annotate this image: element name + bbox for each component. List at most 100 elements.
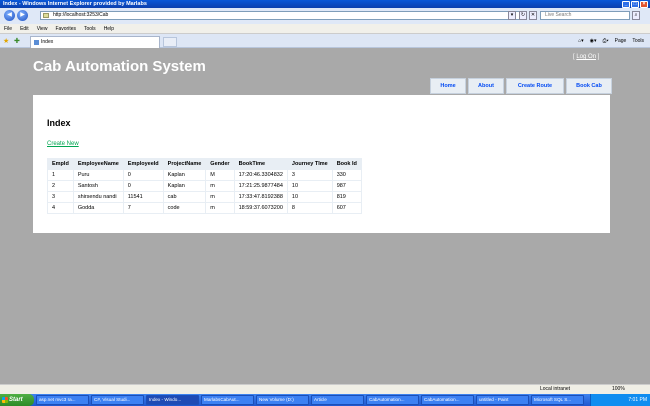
- table-row: 2 Santosh 0 Kaplan m 17:21:25.9877484 10…: [47, 180, 362, 192]
- table-row: 3 shirsendu nandi 11541 cab m 17:33:47.8…: [47, 191, 362, 203]
- back-arrow-icon[interactable]: ◀: [4, 10, 15, 21]
- table-cell: 17:21:25.9877484: [233, 180, 288, 192]
- col-gender: Gender: [205, 158, 235, 170]
- table-cell: m: [205, 191, 235, 203]
- table-cell: 7: [122, 202, 164, 214]
- favorites-star-icon[interactable]: ★: [3, 37, 9, 45]
- add-favorites-icon[interactable]: ✚: [14, 37, 20, 45]
- start-button[interactable]: Start: [0, 394, 34, 406]
- tab-page-icon: [34, 40, 39, 45]
- close-button[interactable]: ×: [640, 0, 648, 8]
- search-input[interactable]: Live Search: [540, 11, 630, 20]
- forward-arrow-icon[interactable]: ▶: [17, 10, 28, 21]
- tools-menu[interactable]: Tools: [632, 36, 644, 46]
- feeds-icon[interactable]: ◉▾: [590, 36, 597, 46]
- table-cell: cab: [162, 191, 207, 203]
- page-menu[interactable]: Page: [615, 36, 627, 46]
- page-heading: Index: [47, 118, 71, 128]
- col-projectname: ProjectName: [162, 158, 207, 170]
- table-cell: 10: [286, 180, 333, 192]
- create-new-link[interactable]: Create New: [47, 141, 79, 147]
- menu-view[interactable]: View: [37, 24, 48, 33]
- table-row: 1 Puru 0 Kaplan M 17:20:46.3304832 3 330: [47, 169, 362, 181]
- menu-favorites[interactable]: Favorites: [55, 24, 76, 33]
- menu-home[interactable]: Home: [430, 78, 466, 94]
- table-cell: 330: [331, 169, 362, 181]
- table-row: 4 Godda 7 code m 18:59:37.6073200 8 607: [47, 202, 362, 214]
- table-cell: 8: [286, 202, 333, 214]
- menu-help[interactable]: Help: [104, 24, 114, 33]
- table-cell: Godda: [72, 202, 124, 214]
- table-cell: 17:33:47.8192388: [233, 191, 288, 203]
- menu-file[interactable]: File: [4, 24, 12, 33]
- window-title: Index - Windows Internet Explorer provid…: [3, 1, 147, 7]
- address-bar[interactable]: http://localhost:3253/Cab: [40, 11, 520, 20]
- col-journeytime: Journey TIme: [286, 158, 333, 170]
- taskbar-item[interactable]: Article: [311, 395, 364, 405]
- taskbar-item[interactable]: Microsoft SQL S...: [531, 395, 584, 405]
- windows-logo-icon: [2, 397, 8, 403]
- window-titlebar: Index - Windows Internet Explorer provid…: [0, 0, 650, 8]
- taskbar-item[interactable]: CabAutomation...: [421, 395, 474, 405]
- table-cell: 607: [331, 202, 362, 214]
- table-cell: 0: [122, 169, 164, 181]
- table-cell: 4: [47, 202, 74, 214]
- menu-about[interactable]: About: [468, 78, 504, 94]
- table-cell: 2: [47, 180, 74, 192]
- menu-book-cab[interactable]: Book Cab: [566, 78, 612, 94]
- menu-bar: File Edit View Favorites Tools Help: [0, 24, 650, 34]
- table-cell: Santosh: [72, 180, 124, 192]
- taskbar-item[interactable]: untitled - Paint: [476, 395, 529, 405]
- taskbar-item[interactable]: C#, Visual Studi...: [91, 395, 144, 405]
- clock: 7:01 PM: [628, 397, 647, 403]
- table-cell: code: [162, 202, 207, 214]
- col-empid: EmpId: [47, 158, 74, 170]
- zoom-level[interactable]: 100%: [612, 385, 625, 394]
- stop-icon[interactable]: ✕: [529, 11, 537, 20]
- taskbar: Start asp.net mvc3 ra... C#, Visual Stud…: [0, 394, 650, 406]
- search-icon[interactable]: ⌕: [632, 11, 640, 20]
- menu-tools[interactable]: Tools: [84, 24, 96, 33]
- logon-link[interactable]: Log On: [576, 54, 596, 60]
- table-cell: 987: [331, 180, 362, 192]
- col-employeeid: EmployeeId: [122, 158, 164, 170]
- menu-create-route[interactable]: Create Route: [506, 78, 564, 94]
- taskbar-item[interactable]: MarlabsCabAut...: [201, 395, 254, 405]
- cab-table: EmpId EmployeeName EmployeeId ProjectNam…: [47, 158, 362, 214]
- new-tab-button[interactable]: [163, 37, 177, 47]
- table-cell: shirsendu nandi: [72, 191, 124, 203]
- table-header-row: EmpId EmployeeName EmployeeId ProjectNam…: [47, 158, 362, 170]
- search-placeholder: Live Search: [545, 12, 572, 18]
- table-cell: 3: [286, 169, 333, 181]
- table-cell: 1: [47, 169, 74, 181]
- minimize-button[interactable]: _: [622, 0, 630, 8]
- table-cell: 3: [47, 191, 74, 203]
- security-zone: Local intranet: [540, 386, 571, 392]
- taskbar-item[interactable]: asp.net mvc3 ra...: [36, 395, 89, 405]
- site-title: Cab Automation System: [33, 58, 206, 75]
- address-text: http://localhost:3253/Cab: [53, 12, 109, 18]
- table-cell: 17:20:46.3304832: [233, 169, 288, 181]
- maximize-button[interactable]: □: [631, 0, 639, 8]
- print-icon[interactable]: ⎙▾: [603, 36, 609, 46]
- table-cell: Puru: [72, 169, 124, 181]
- taskbar-item-active[interactable]: Index - Windo...: [146, 395, 199, 405]
- home-icon[interactable]: ⌂▾: [578, 36, 584, 46]
- table-cell: 819: [331, 191, 362, 203]
- dropdown-icon[interactable]: ▾: [508, 11, 516, 20]
- logon-area: [ Log On ]: [573, 54, 600, 60]
- status-bar: Local intranet 100%: [0, 384, 650, 394]
- taskbar-buttons: asp.net mvc3 ra... C#, Visual Studi... I…: [36, 395, 584, 405]
- refresh-icon[interactable]: ↻: [519, 11, 527, 20]
- address-toolbar: ◀ ▶ http://localhost:3253/Cab ▾ ↻ ✕ Live…: [0, 8, 650, 24]
- table-cell: 11541: [122, 191, 164, 203]
- col-employeename: EmployeeName: [72, 158, 124, 170]
- table-cell: M: [205, 169, 235, 181]
- tab-index[interactable]: Index: [30, 36, 160, 48]
- table-cell: 18:59:37.6073200: [233, 202, 288, 214]
- menu-edit[interactable]: Edit: [20, 24, 29, 33]
- taskbar-item[interactable]: CabAutomation...: [366, 395, 419, 405]
- table-cell: Kaplan: [162, 180, 207, 192]
- col-booktime: BookTime: [233, 158, 288, 170]
- taskbar-item[interactable]: New Volume (D:): [256, 395, 309, 405]
